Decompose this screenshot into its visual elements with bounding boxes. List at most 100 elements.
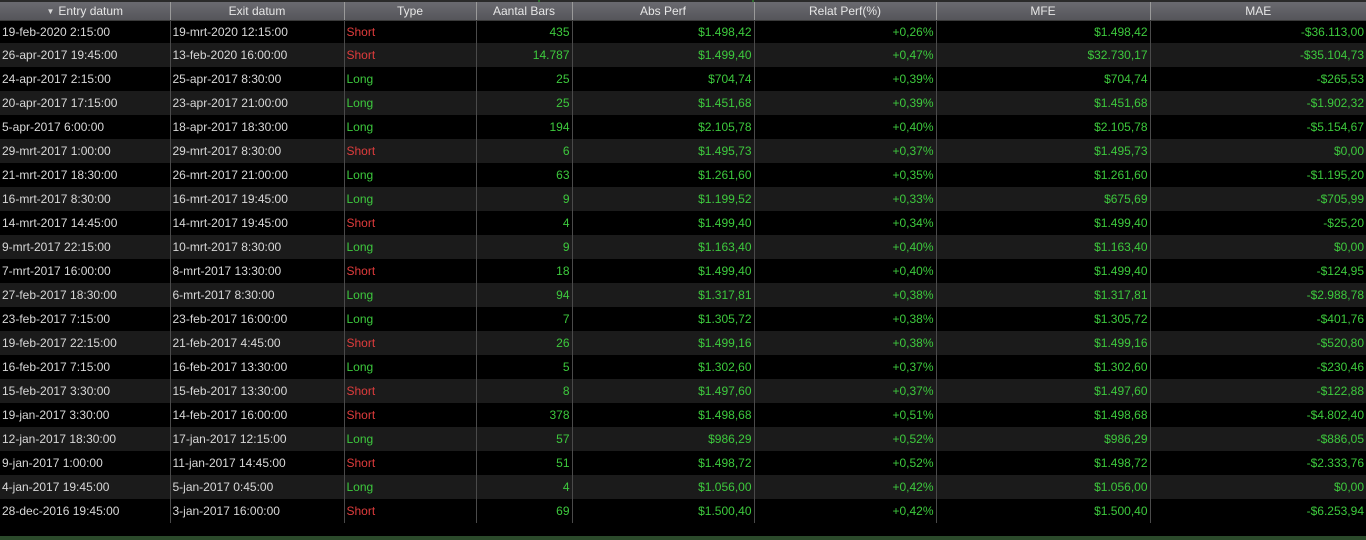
cell-mae: -$6.253,94 — [1149, 499, 1366, 523]
cell-aantal-bars: 4 — [475, 475, 572, 499]
table-row[interactable]: 27-feb-2017 18:30:00 6-mrt-2017 8:30:00 Lo… — [0, 283, 1366, 307]
cell-mfe: $1.451,68 — [935, 91, 1150, 115]
table-row[interactable]: 19-jan-2017 3:30:00 14-feb-2017 16:00:00 S… — [0, 403, 1366, 427]
cell-abs-perf: $1.305,72 — [571, 307, 754, 331]
table-row[interactable]: 24-apr-2017 2:15:00 25-apr-2017 8:30:00 Lo… — [0, 67, 1366, 91]
table-row[interactable]: 7-mrt-2017 16:00:00 8-mrt-2017 13:30:00 Sh… — [0, 259, 1366, 283]
cell-exit-datum: 16-feb-2017 13:30:00 — [169, 355, 344, 379]
cell-type: Long — [343, 235, 476, 259]
column-header-relat-perf[interactable]: Relat Perf(%) — [753, 2, 936, 21]
cell-mfe: $1.497,60 — [935, 379, 1150, 403]
cell-aantal-bars: 7 — [475, 307, 572, 331]
cell-mae: -$230,46 — [1149, 355, 1366, 379]
trades-table: ▼ Entry datum Exit datum Type Aantal Bars… — [0, 2, 1366, 523]
cell-mae: -$4.802,40 — [1149, 403, 1366, 427]
cell-mae: -$1.902,32 — [1149, 91, 1366, 115]
table-row[interactable]: 4-jan-2017 19:45:00 5-jan-2017 0:45:00 Lon… — [0, 475, 1366, 499]
cell-relat-perf: +0,38% — [753, 331, 936, 355]
cell-mfe: $2.105,78 — [935, 115, 1150, 139]
table-row[interactable]: 9-mrt-2017 22:15:00 10-mrt-2017 8:30:00 Lo… — [0, 235, 1366, 259]
table-row[interactable]: 9-jan-2017 1:00:00 11-jan-2017 14:45:00 Sh… — [0, 451, 1366, 475]
table-row[interactable]: 26-apr-2017 19:45:00 13-feb-2020 16:00:00… — [0, 43, 1366, 67]
cell-mfe: $1.499,40 — [935, 259, 1150, 283]
cell-relat-perf: +0,37% — [753, 355, 936, 379]
cell-exit-datum: 23-apr-2017 21:00:00 — [169, 91, 344, 115]
cell-entry-datum: 27-feb-2017 18:30:00 — [0, 283, 170, 307]
cell-aantal-bars: 94 — [475, 283, 572, 307]
table-row[interactable]: 5-apr-2017 6:00:00 18-apr-2017 18:30:00 Lo… — [0, 115, 1366, 139]
cell-aantal-bars: 435 — [475, 20, 572, 43]
table-row[interactable]: 16-mrt-2017 8:30:00 16-mrt-2017 19:45:00 L… — [0, 187, 1366, 211]
table-row[interactable]: 19-feb-2020 2:15:00 19-mrt-2020 12:15:00 S… — [0, 20, 1366, 43]
column-header-mae[interactable]: MAE — [1149, 2, 1366, 21]
column-header-abs-perf[interactable]: Abs Perf — [571, 2, 754, 21]
cell-exit-datum: 3-jan-2017 16:00:00 — [169, 499, 344, 523]
cell-relat-perf: +0,39% — [753, 91, 936, 115]
table-row[interactable]: 20-apr-2017 17:15:00 23-apr-2017 21:00:00… — [0, 91, 1366, 115]
table-row[interactable]: 19-feb-2017 22:15:00 21-feb-2017 4:45:00 S… — [0, 331, 1366, 355]
cell-relat-perf: +0,38% — [753, 307, 936, 331]
column-header-exit-datum[interactable]: Exit datum — [169, 2, 344, 21]
cell-aantal-bars: 25 — [475, 67, 572, 91]
table-row[interactable]: 23-feb-2017 7:15:00 23-feb-2017 16:00:00 L… — [0, 307, 1366, 331]
table-row[interactable]: 28-dec-2016 19:45:00 3-jan-2017 16:00:00 S… — [0, 499, 1366, 523]
cell-type: Short — [343, 331, 476, 355]
cell-entry-datum: 26-apr-2017 19:45:00 — [0, 43, 170, 67]
cell-exit-datum: 11-jan-2017 14:45:00 — [169, 451, 344, 475]
cell-type: Short — [343, 259, 476, 283]
cell-relat-perf: +0,42% — [753, 475, 936, 499]
cell-type: Long — [343, 163, 476, 187]
cell-aantal-bars: 69 — [475, 499, 572, 523]
cell-aantal-bars: 4 — [475, 211, 572, 235]
column-header-aantal-bars[interactable]: Aantal Bars — [475, 2, 572, 21]
cell-abs-perf: $1.498,72 — [571, 451, 754, 475]
cell-entry-datum: 16-mrt-2017 8:30:00 — [0, 187, 170, 211]
cell-relat-perf: +0,52% — [753, 427, 936, 451]
cell-abs-perf: $1.498,68 — [571, 403, 754, 427]
cell-relat-perf: +0,34% — [753, 211, 936, 235]
cell-mae: -$520,80 — [1149, 331, 1366, 355]
cell-abs-perf: $1.499,40 — [571, 43, 754, 67]
column-header-entry-datum[interactable]: ▼ Entry datum — [0, 2, 170, 21]
cell-mfe: $1.498,72 — [935, 451, 1150, 475]
cell-entry-datum: 5-apr-2017 6:00:00 — [0, 115, 170, 139]
cell-mae: -$401,76 — [1149, 307, 1366, 331]
cell-exit-datum: 10-mrt-2017 8:30:00 — [169, 235, 344, 259]
cell-relat-perf: +0,40% — [753, 259, 936, 283]
cell-mae: -$36.113,00 — [1149, 20, 1366, 43]
cell-abs-perf: $1.499,40 — [571, 211, 754, 235]
cell-mae: -$2.988,78 — [1149, 283, 1366, 307]
cell-mfe: $1.056,00 — [935, 475, 1150, 499]
table-row[interactable]: 29-mrt-2017 1:00:00 29-mrt-2017 8:30:00 Sh… — [0, 139, 1366, 163]
cell-type: Long — [343, 427, 476, 451]
table-row[interactable]: 12-jan-2017 18:30:00 17-jan-2017 12:15:00… — [0, 427, 1366, 451]
cell-type: Long — [343, 187, 476, 211]
column-header-type[interactable]: Type — [343, 2, 476, 21]
cell-abs-perf: $2.105,78 — [571, 115, 754, 139]
cell-exit-datum: 14-mrt-2017 19:45:00 — [169, 211, 344, 235]
cell-exit-datum: 6-mrt-2017 8:30:00 — [169, 283, 344, 307]
table-row[interactable]: 16-feb-2017 7:15:00 16-feb-2017 13:30:00 L… — [0, 355, 1366, 379]
cell-entry-datum: 19-feb-2020 2:15:00 — [0, 20, 170, 43]
table-header-row: ▼ Entry datum Exit datum Type Aantal Bars… — [0, 2, 1366, 21]
cell-mfe: $1.302,60 — [935, 355, 1150, 379]
cell-type: Short — [343, 139, 476, 163]
table-row[interactable]: 21-mrt-2017 18:30:00 26-mrt-2017 21:00:00… — [0, 163, 1366, 187]
column-header-mfe[interactable]: MFE — [935, 2, 1150, 21]
cell-entry-datum: 7-mrt-2017 16:00:00 — [0, 259, 170, 283]
cell-entry-datum: 15-feb-2017 3:30:00 — [0, 379, 170, 403]
table-row[interactable]: 15-feb-2017 3:30:00 15-feb-2017 13:30:00 S… — [0, 379, 1366, 403]
cell-mae: -$265,53 — [1149, 67, 1366, 91]
cell-exit-datum: 26-mrt-2017 21:00:00 — [169, 163, 344, 187]
cell-mfe: $1.305,72 — [935, 307, 1150, 331]
table-row[interactable]: 14-mrt-2017 14:45:00 14-mrt-2017 19:45:00… — [0, 211, 1366, 235]
cell-aantal-bars: 18 — [475, 259, 572, 283]
cell-relat-perf: +0,40% — [753, 115, 936, 139]
cell-aantal-bars: 51 — [475, 451, 572, 475]
cell-type: Short — [343, 20, 476, 43]
cell-mae: -$886,05 — [1149, 427, 1366, 451]
cell-entry-datum: 9-mrt-2017 22:15:00 — [0, 235, 170, 259]
cell-aantal-bars: 8 — [475, 379, 572, 403]
cell-entry-datum: 29-mrt-2017 1:00:00 — [0, 139, 170, 163]
cell-abs-perf: $1.163,40 — [571, 235, 754, 259]
